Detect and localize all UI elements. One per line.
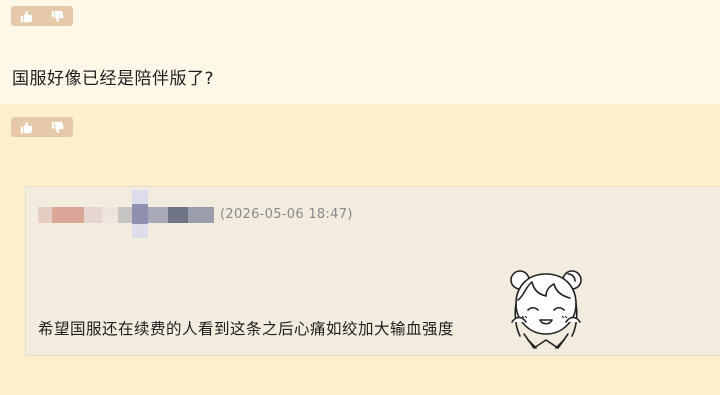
post-text: 国服好像已经是陪伴版了? — [12, 69, 215, 89]
reply-vote-bar — [11, 117, 73, 137]
vote-bar — [11, 6, 73, 26]
thumbs-up-icon[interactable] — [20, 121, 33, 134]
thumbs-down-icon[interactable] — [51, 121, 64, 134]
thumbs-up-icon[interactable] — [20, 10, 33, 23]
quote-text: 希望国服还在续费的人看到这条之后心痛如绞加大输血强度 — [38, 320, 455, 338]
blurred-username — [38, 190, 214, 238]
thumbs-down-icon[interactable] — [51, 10, 64, 23]
anime-girl-sticker — [498, 260, 590, 352]
reply-timestamp: (2026-05-06 18:47) — [220, 207, 353, 222]
